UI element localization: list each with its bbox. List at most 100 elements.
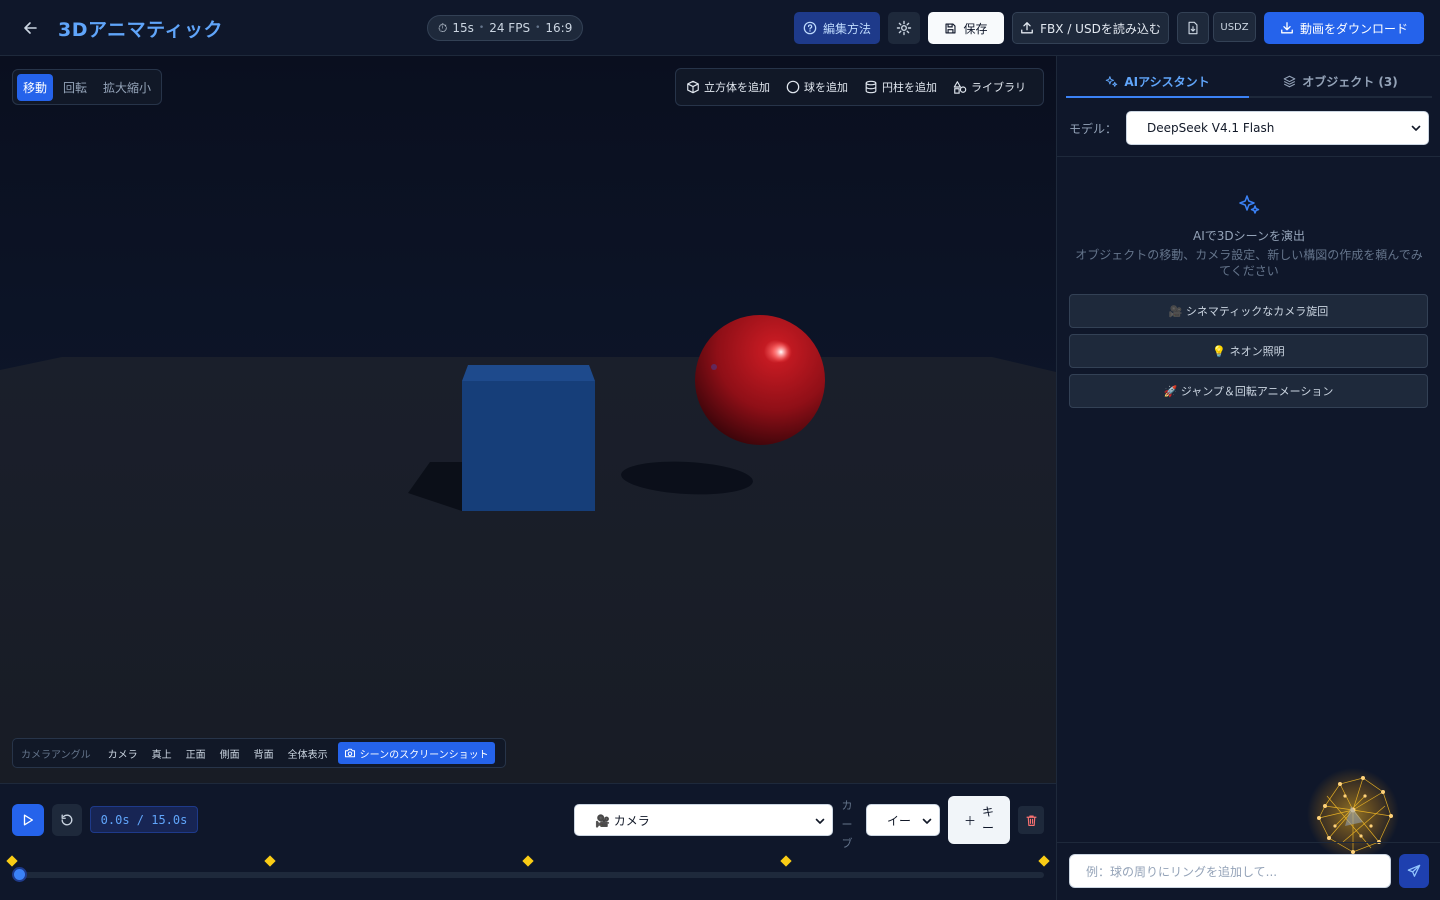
top-view-button[interactable]: 真上: [145, 742, 179, 764]
time-display: 0.0s / 15.0s: [90, 806, 198, 833]
side-view-button[interactable]: 側面: [213, 742, 247, 764]
plus-icon: ＋: [963, 813, 976, 828]
keyframe-marker[interactable]: [780, 855, 792, 867]
tab-ai-assistant[interactable]: AIアシスタント: [1066, 66, 1249, 98]
empty-state-title: AIで3Dシーンを演出: [1192, 229, 1306, 243]
save-label: 保存: [963, 21, 988, 36]
save-button[interactable]: 保存: [928, 12, 1004, 44]
keyframe-marker[interactable]: [6, 855, 18, 867]
3d-viewport[interactable]: 移動 回転 拡大縮小 立方体を追加 球を追加 円柱を追加 ライブラリ カメラアン…: [0, 56, 1056, 783]
fps-text: 24 FPS: [489, 21, 531, 35]
easing-select-value: イー: [887, 813, 912, 828]
add-keyframe-button[interactable]: ＋ キ ー: [948, 796, 1010, 844]
project-meta-pill: ⏱ 15s • 24 FPS • 16:9: [427, 15, 584, 41]
stopwatch-icon: ⏱: [438, 20, 448, 35]
keyframe-marker[interactable]: [264, 855, 276, 867]
scene-screenshot-button[interactable]: シーンのスクリーンショット: [337, 742, 495, 764]
add-cylinder-label: 円柱を追加: [882, 81, 937, 94]
circle-icon: [786, 80, 800, 94]
back-view-button[interactable]: 背面: [247, 742, 281, 764]
suggestion-camera-orbit-button[interactable]: 🎥 シネマティックなカメラ旋回: [1069, 294, 1428, 328]
panel-divider: [1057, 156, 1440, 157]
chat-input[interactable]: 例：球の周りにリングを追加して...: [1069, 854, 1391, 888]
library-label: ライブラリ: [971, 81, 1026, 94]
add-keyframe-label-line2: ー: [982, 821, 995, 835]
cube-icon: [687, 80, 699, 94]
shapes-icon: [953, 81, 967, 94]
suggestion-jump-spin-button[interactable]: 🚀 ジャンプ＆回転アニメーション: [1069, 374, 1428, 408]
front-view-button[interactable]: 正面: [179, 742, 213, 764]
play-button[interactable]: [12, 804, 44, 836]
ai-empty-state: AIで3Dシーンを演出 オブジェクトの移動、カメラ設定、新しい構図の作成を頼んで…: [1069, 193, 1429, 279]
chevron-down-icon: [1411, 125, 1421, 131]
library-button[interactable]: ライブラリ: [953, 79, 1026, 95]
screenshot-label: シーンのスクリーンショット: [359, 749, 489, 761]
suggestion-neon-lighting-button[interactable]: 💡 ネオン照明: [1069, 334, 1428, 368]
panel-divider: [1057, 842, 1440, 843]
sparkles-icon: [1106, 75, 1118, 87]
cube-front-face: [462, 381, 595, 511]
cylinder-icon: [865, 80, 877, 94]
help-circle-icon: [803, 21, 817, 35]
animated-object-select[interactable]: 🎥 カメラ: [574, 804, 833, 836]
keyframe-marker[interactable]: [522, 855, 534, 867]
file-download-icon: [1188, 21, 1198, 35]
tab-objects[interactable]: オブジェクト (3): [1249, 66, 1432, 98]
add-object-bar: 立方体を追加 球を追加 円柱を追加 ライブラリ: [675, 68, 1044, 106]
playhead-scrubber[interactable]: [12, 867, 27, 882]
back-button[interactable]: [18, 16, 44, 40]
add-sphere-label: 球を追加: [804, 81, 848, 94]
duration-text: 15s: [452, 21, 474, 35]
add-cube-button[interactable]: 立方体を追加: [686, 79, 770, 95]
mode-rotate-button[interactable]: 回転: [57, 74, 93, 101]
download-label: 動画をダウンロード: [1299, 21, 1408, 36]
download-video-button[interactable]: 動画をダウンロード: [1264, 12, 1424, 44]
easing-select[interactable]: イー: [866, 804, 940, 836]
add-keyframe-label-line1: キ: [982, 805, 995, 819]
add-cube-label: 立方体を追加: [704, 81, 770, 94]
model-selector-row: モデル： DeepSeek V4.1 Flash: [1069, 111, 1429, 145]
mode-move-button[interactable]: 移動: [17, 73, 53, 101]
model-select-value: DeepSeek V4.1 Flash: [1147, 121, 1275, 135]
panel-tabs: AIアシスタント オブジェクト (3): [1066, 66, 1432, 98]
scene-render[interactable]: [0, 56, 1056, 783]
usdz-export-button[interactable]: USDZ: [1213, 12, 1256, 42]
object-select-value: 🎥 カメラ: [595, 813, 650, 828]
import-fbx-usd-button[interactable]: FBX / USDを読み込む: [1012, 12, 1169, 44]
keyframe-marker[interactable]: [1038, 855, 1050, 867]
export-file-button[interactable]: [1177, 12, 1209, 44]
camera-angle-bar: カメラアングル カメラ 真上 正面 側面 背面 全体表示 シーンのスクリーンショ…: [12, 738, 506, 768]
reset-button[interactable]: [52, 804, 82, 836]
mode-scale-button[interactable]: 拡大縮小: [97, 74, 157, 101]
separator-dot: •: [478, 23, 485, 33]
app-title: 3Dアニマティック: [58, 19, 223, 41]
model-label: モデル：: [1069, 121, 1118, 136]
fit-view-button[interactable]: 全体表示: [281, 742, 335, 764]
separator-dot: •: [535, 23, 541, 33]
send-button[interactable]: [1399, 854, 1429, 888]
cube-top-face: [462, 365, 595, 381]
import-label: FBX / USDを読み込む: [1040, 21, 1161, 36]
help-button[interactable]: 編集方法: [794, 12, 880, 44]
add-cylinder-button[interactable]: 円柱を追加: [864, 79, 937, 95]
model-select[interactable]: DeepSeek V4.1 Flash: [1126, 111, 1429, 145]
camera-view-button[interactable]: カメラ: [101, 742, 145, 764]
settings-button[interactable]: [888, 12, 920, 44]
trash-icon: [1025, 814, 1037, 826]
arrow-left-icon: [24, 22, 37, 34]
app-header: 3Dアニマティック ⏱ 15s • 24 FPS • 16:9 編集方法 保存 …: [0, 0, 1440, 56]
sparkles-icon: [1239, 195, 1260, 214]
timeline-track[interactable]: [12, 872, 1044, 878]
gear-icon: [896, 20, 912, 36]
delete-keyframe-button[interactable]: [1018, 806, 1044, 834]
camera-angle-label: カメラアングル: [21, 749, 91, 761]
tab-objects-label: オブジェクト (3): [1302, 74, 1398, 89]
help-label: 編集方法: [822, 21, 871, 36]
sphere-object: [695, 315, 825, 445]
ai-orb-icon[interactable]: [1305, 766, 1401, 862]
timeline-panel: 0.0s / 15.0s 🎥 カメラ カーブ イー ＋ キ ー: [0, 783, 1056, 900]
assistant-panel: AIアシスタント オブジェクト (3) モデル： DeepSeek V4.1 F…: [1056, 56, 1440, 900]
layers-icon: [1283, 75, 1296, 87]
tab-ai-label: AIアシスタント: [1124, 74, 1210, 89]
add-sphere-button[interactable]: 球を追加: [786, 79, 848, 95]
